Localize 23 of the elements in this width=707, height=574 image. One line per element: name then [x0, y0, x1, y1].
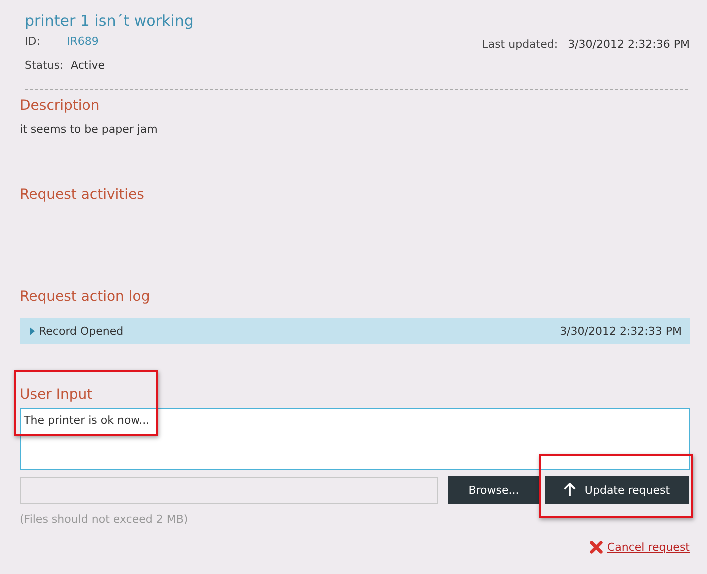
update-request-button[interactable]: Update request: [545, 476, 689, 504]
log-entry-time: 3/30/2012 2:32:33 PM: [560, 324, 682, 338]
section-heading: Description: [20, 97, 101, 116]
section-heading: Request action log: [20, 288, 152, 307]
up-arrow-icon: [564, 483, 576, 497]
section-heading: User Input: [20, 386, 94, 405]
request-title: printer 1 isn´t working: [25, 11, 195, 32]
updated-value: 3/30/2012 2:32:36 PM: [568, 38, 690, 51]
cancel-request-link[interactable]: Cancel request: [607, 541, 690, 554]
status-label: Status:: [25, 59, 65, 72]
status-value: Active: [71, 59, 106, 72]
log-row[interactable]: Record Opened 3/30/2012 2:32:33 PM: [20, 318, 690, 344]
log-entry-label: Record Opened: [39, 324, 124, 338]
description-text: it seems to be paper jam: [20, 123, 159, 136]
cross-icon: [589, 540, 604, 555]
section-heading: Request activities: [20, 186, 146, 205]
browse-button[interactable]: Browse...: [448, 476, 540, 504]
file-size-note: (Files should not exceed 2 MB): [20, 513, 190, 526]
id-label: ID:: [25, 35, 42, 48]
updated-label: Last updated:: [482, 38, 558, 51]
file-path-field[interactable]: [20, 476, 438, 504]
user-input-field[interactable]: The printer is ok now...: [20, 408, 690, 470]
expand-arrow-icon[interactable]: [30, 326, 35, 336]
